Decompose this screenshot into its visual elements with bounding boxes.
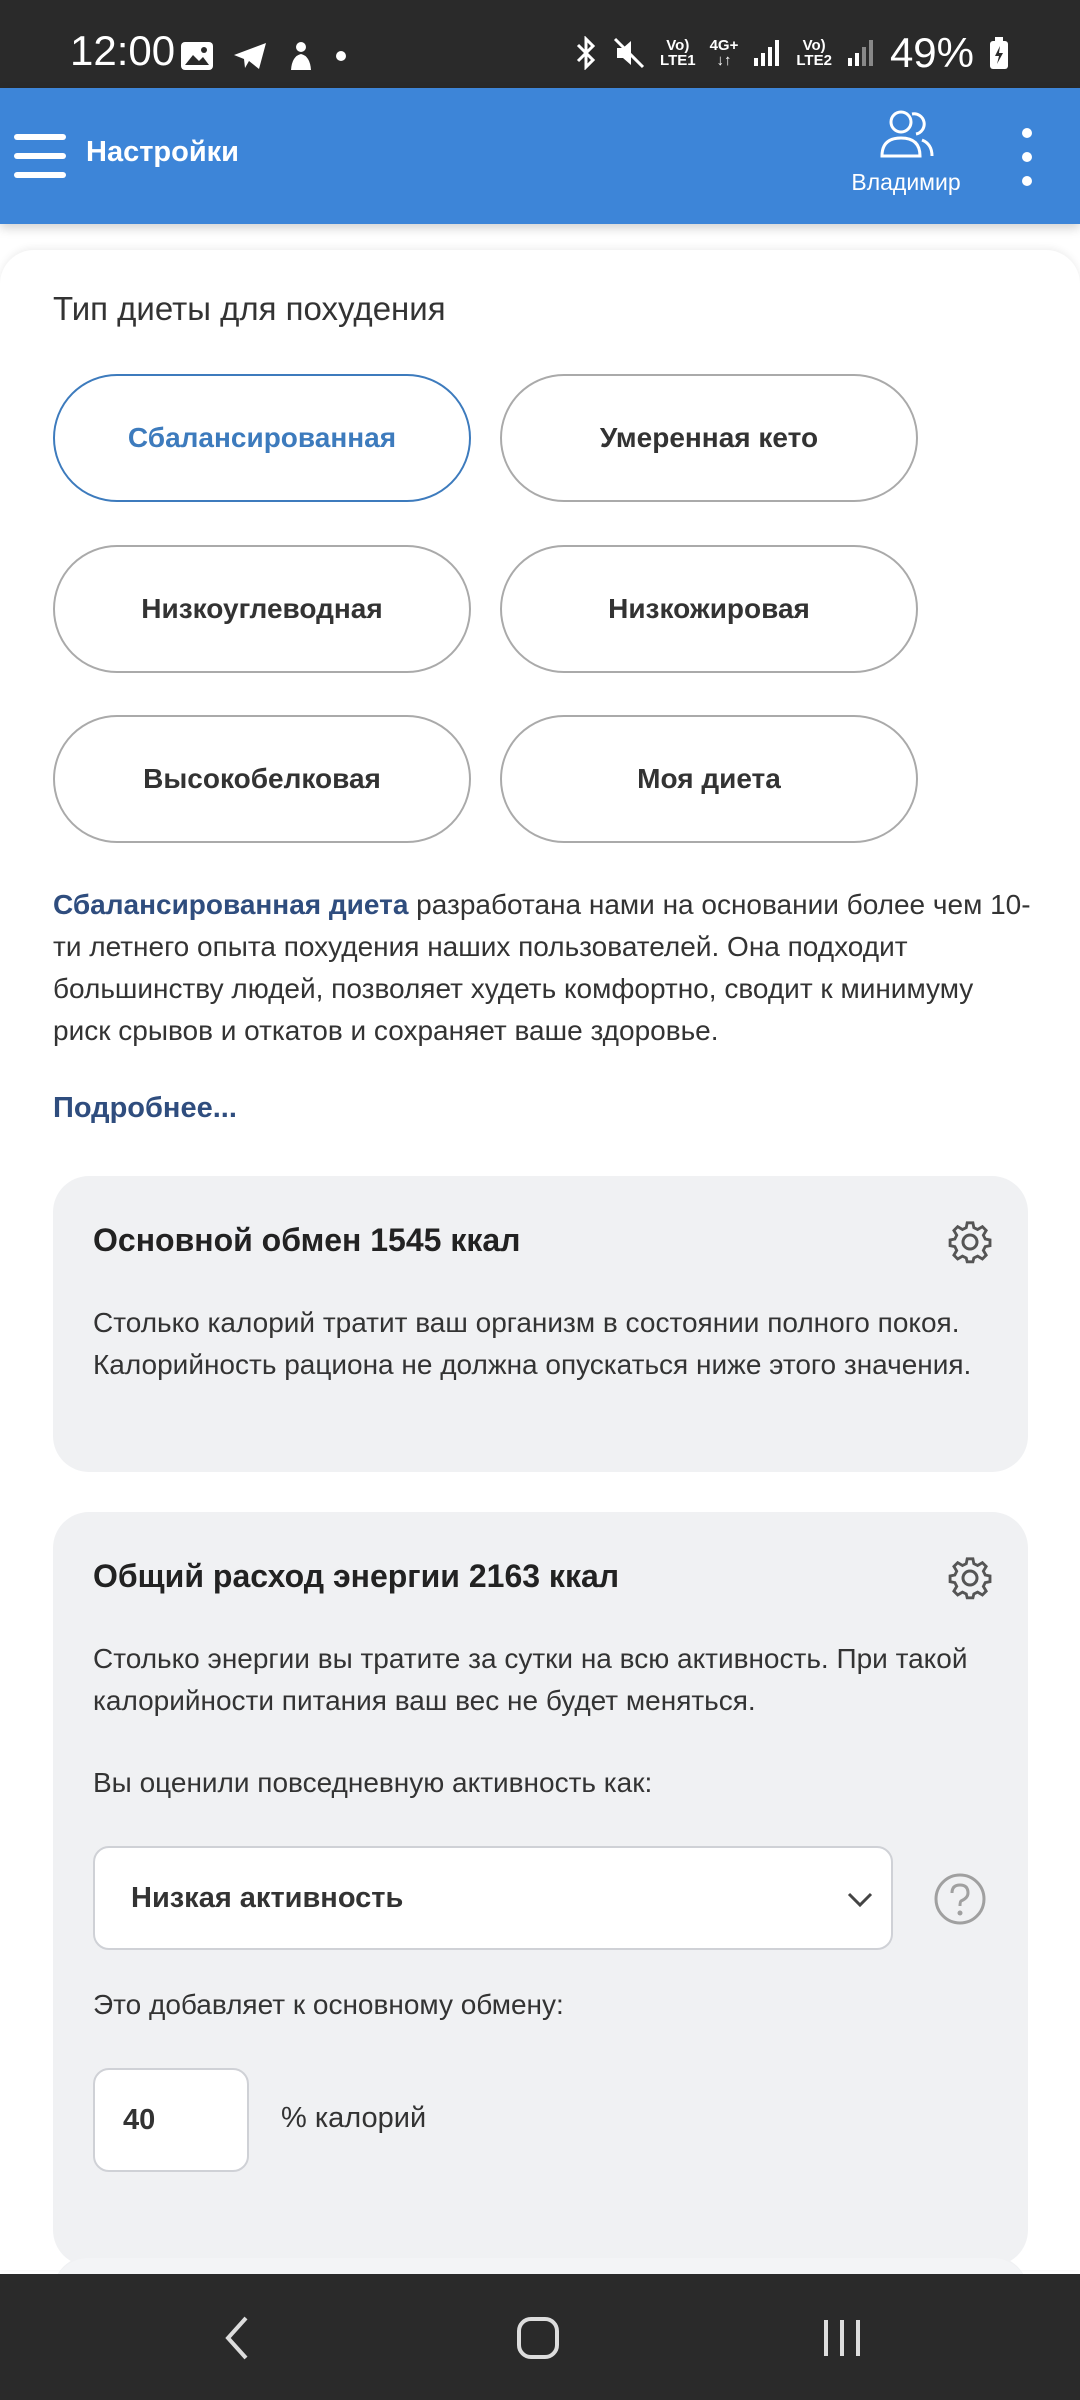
back-icon[interactable] bbox=[220, 2314, 254, 2362]
signal-icon-2 bbox=[847, 40, 873, 66]
tdee-title: Общий расход энергии 2163 ккал bbox=[93, 1558, 620, 1594]
notification-icon bbox=[291, 42, 311, 70]
more-options-icon[interactable] bbox=[1012, 128, 1042, 188]
recent-apps-icon[interactable] bbox=[820, 2316, 864, 2360]
status-right: Vo) LTE1 4G+ ↓↑ Vo) LTE2 49% bbox=[574, 32, 1010, 74]
system-nav-bar bbox=[0, 2274, 1080, 2400]
status-time: 12:00 bbox=[70, 27, 176, 74]
network-indicator: 4G+ ↓↑ bbox=[709, 37, 739, 69]
battery-icon bbox=[990, 37, 1008, 69]
diet-option-low-fat[interactable]: Низкожировая bbox=[500, 545, 918, 673]
telegram-icon bbox=[234, 43, 266, 69]
battery-percent: 49% bbox=[889, 29, 974, 76]
activity-percent-value: 40 bbox=[123, 2104, 156, 2136]
sim2-indicator: Vo) LTE2 bbox=[796, 37, 832, 69]
image-icon bbox=[181, 42, 213, 70]
diet-description: Сбалансированная диета разработана нами … bbox=[53, 884, 1033, 1052]
bluetooth-icon bbox=[576, 36, 596, 70]
app-bar: Настройки Владимир bbox=[0, 88, 1080, 224]
menu-icon[interactable] bbox=[14, 134, 66, 178]
more-link[interactable]: Подробнее... bbox=[53, 1092, 237, 1125]
chevron-down-icon bbox=[847, 1892, 873, 1908]
activity-label: Вы оценили повседневную активность как: bbox=[93, 1767, 653, 1798]
diet-option-moderate-keto[interactable]: Умеренная кето bbox=[500, 374, 918, 502]
page-title: Настройки bbox=[86, 136, 240, 168]
sim1-indicator: Vo) LTE1 bbox=[660, 37, 696, 69]
diet-option-high-protein[interactable]: Высокобелковая bbox=[53, 715, 471, 843]
mute-icon bbox=[613, 37, 645, 69]
notification-icons bbox=[180, 40, 348, 72]
bmr-title: Основной обмен 1545 ккал bbox=[93, 1222, 521, 1258]
activity-select[interactable]: Низкая активность bbox=[93, 1846, 893, 1950]
user-name: Владимир bbox=[851, 169, 961, 195]
signal-icon bbox=[754, 40, 780, 66]
activity-percent-input[interactable]: 40 bbox=[93, 2068, 249, 2172]
tdee-card: Общий расход энергии 2163 ккал Столько э… bbox=[53, 1512, 1028, 2266]
home-icon[interactable] bbox=[516, 2316, 560, 2360]
gear-icon[interactable] bbox=[948, 1220, 992, 1264]
percent-suffix: % калорий bbox=[281, 2102, 427, 2134]
users-icon bbox=[880, 110, 934, 158]
help-icon[interactable] bbox=[933, 1872, 987, 1926]
bmr-card: Основной обмен 1545 ккал Столько калорий… bbox=[53, 1176, 1028, 1472]
diet-section-title: Тип диеты для похудения bbox=[53, 290, 446, 327]
gear-icon[interactable] bbox=[948, 1556, 992, 1600]
settings-content: Тип диеты для похудения Сбалансированная… bbox=[0, 250, 1080, 2336]
diet-description-highlight: Сбалансированная диета bbox=[53, 889, 409, 920]
tdee-description: Столько энергии вы тратите за сутки на в… bbox=[93, 1643, 968, 1716]
diet-option-balanced[interactable]: Сбалансированная bbox=[53, 374, 471, 502]
status-bar: 12:00 Vo) LTE1 4G+ ↓↑ Vo) LTE2 49% bbox=[0, 0, 1080, 88]
dot-icon bbox=[336, 51, 346, 61]
bmr-description: Столько калорий тратит ваш организм в со… bbox=[93, 1307, 972, 1380]
adds-label: Это добавляет к основному обмену: bbox=[93, 1989, 564, 2020]
diet-option-low-carb[interactable]: Низкоуглеводная bbox=[53, 545, 471, 673]
diet-option-custom[interactable]: Моя диета bbox=[500, 715, 918, 843]
profile-button[interactable]: Владимир bbox=[840, 108, 972, 196]
activity-select-value: Низкая активность bbox=[131, 1882, 404, 1914]
